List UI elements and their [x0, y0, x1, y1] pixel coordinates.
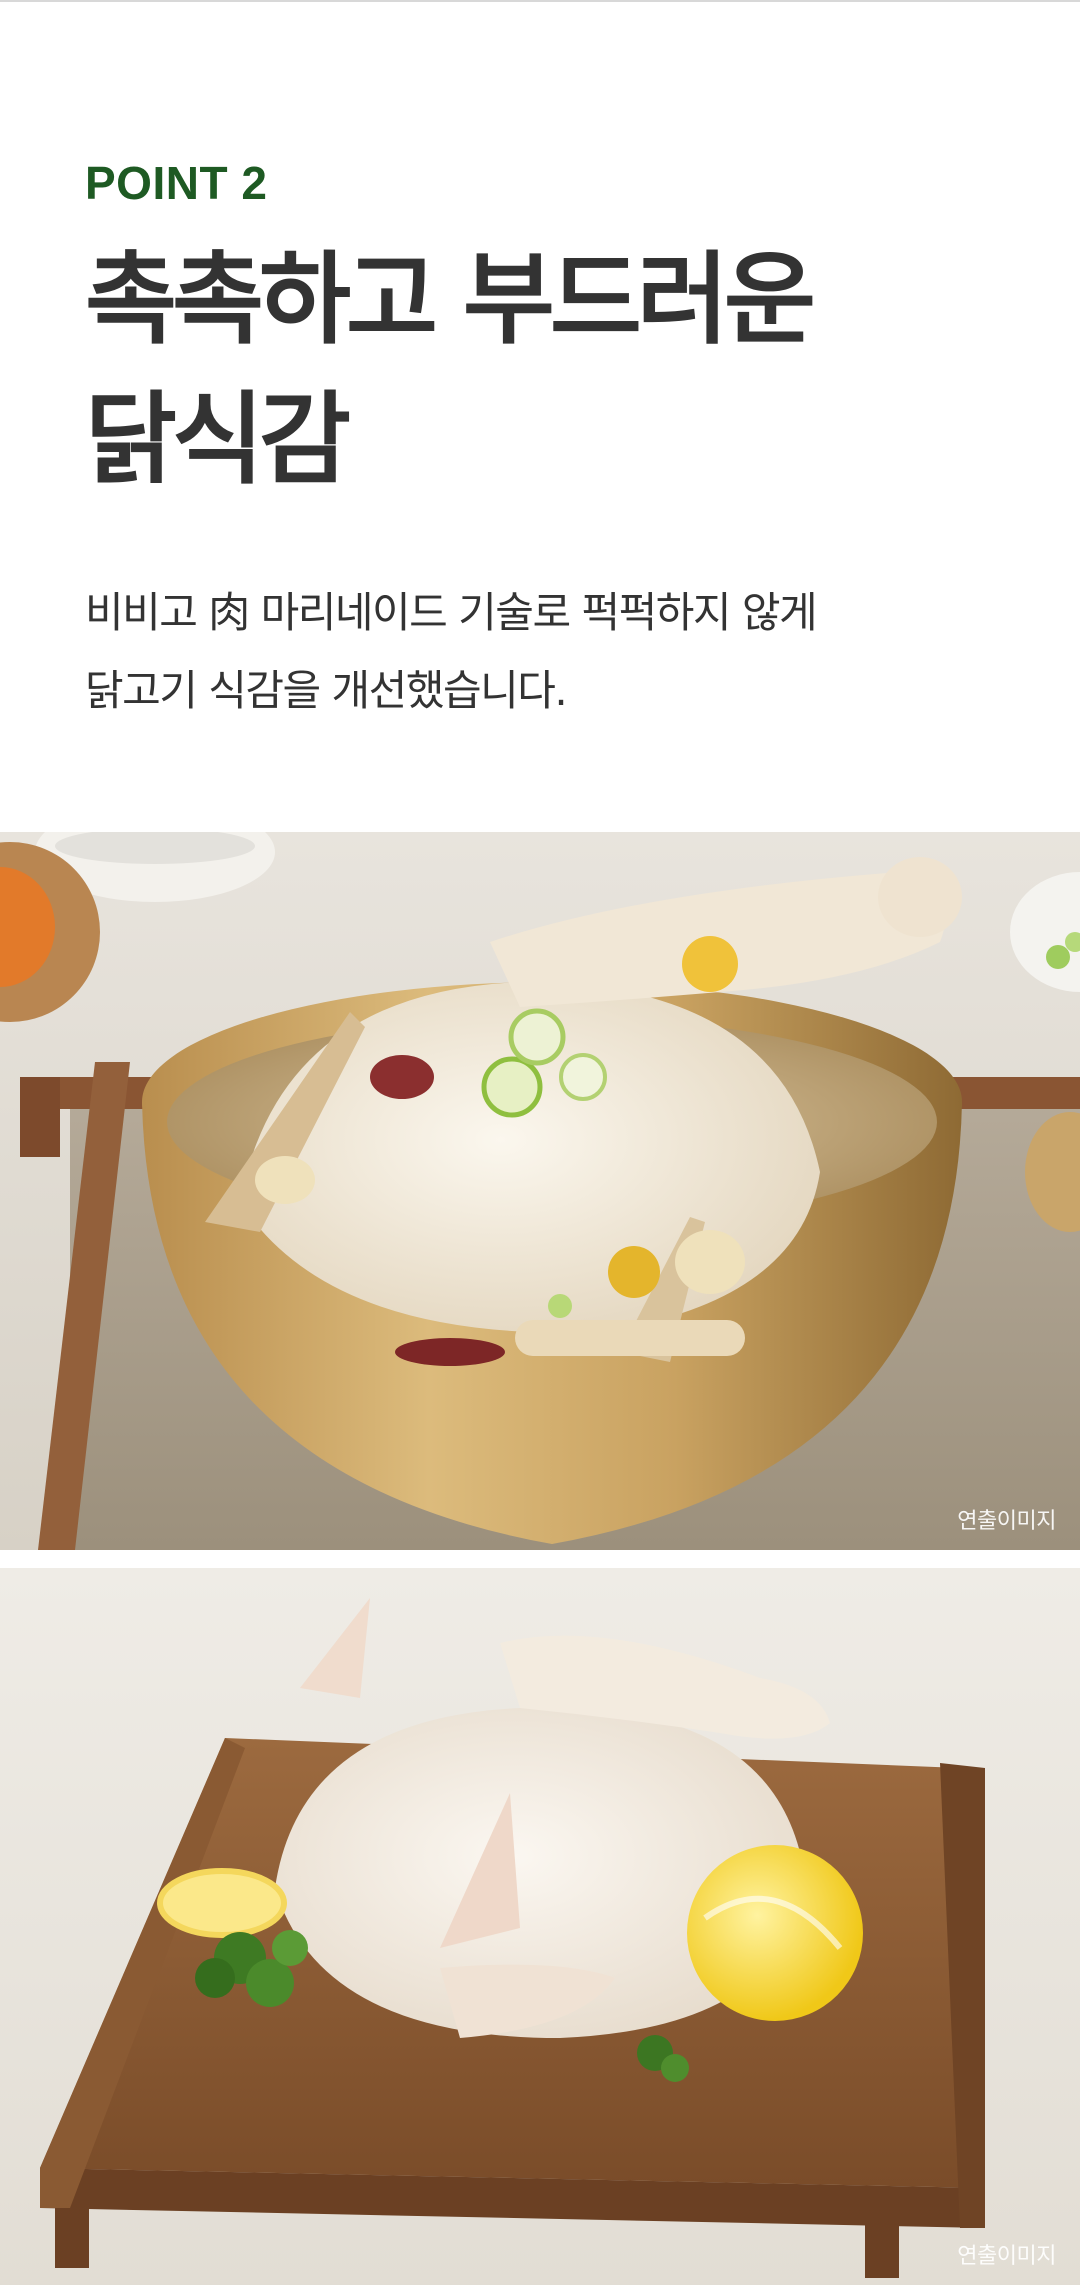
headline-line-1: 촉촉하고 부드러운 [85, 241, 816, 358]
photo-divider [0, 1550, 1080, 1568]
staged-image-watermark: 연출이미지 [957, 2244, 1056, 2269]
samgyetang-bowl-photo [0, 832, 1080, 1550]
raw-chicken-photo [0, 1568, 1080, 2285]
top-divider [0, 0, 1080, 2]
section-description: 비비고 肉 마리네이드 기술로 퍽퍽하지 않게 닭고기 식감을 개선했습니다. [85, 574, 1045, 730]
point-label: POINT 2 [85, 157, 268, 209]
description-line-1: 비비고 肉 마리네이드 기술로 퍽퍽하지 않게 [85, 588, 818, 637]
section-headline: 촉촉하고 부드러운 닭식감 [85, 230, 1045, 510]
point-section-header: POINT 2 촉촉하고 부드러운 닭식감 비비고 肉 마리네이드 기술로 퍽퍽… [85, 150, 1045, 730]
description-line-2: 닭고기 식감을 개선했습니다. [85, 666, 568, 715]
staged-image-watermark: 연출이미지 [957, 1509, 1056, 1534]
headline-line-2: 닭식감 [85, 381, 351, 498]
